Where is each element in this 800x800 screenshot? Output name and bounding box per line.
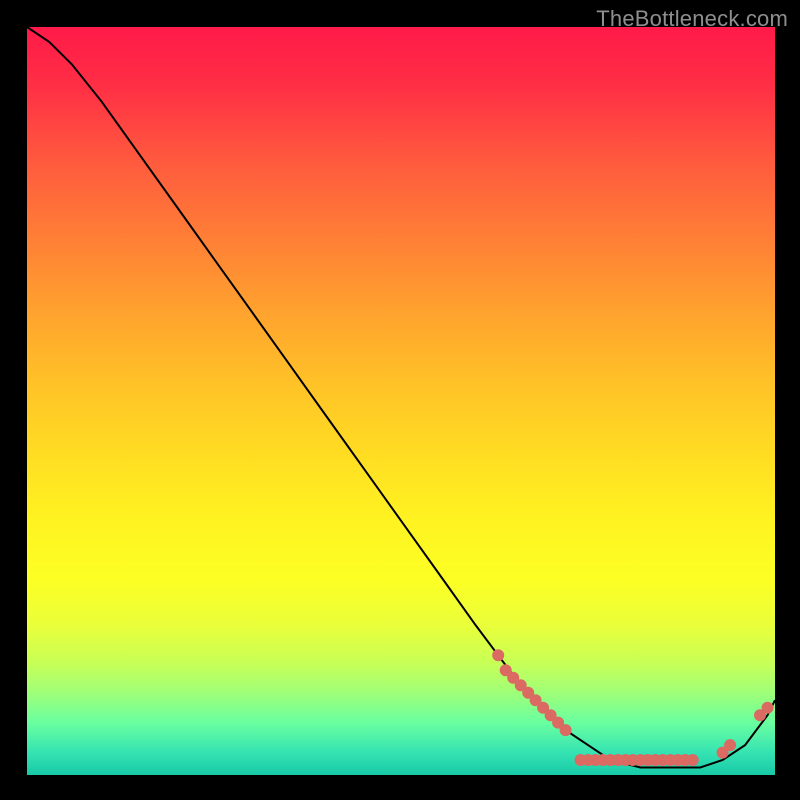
highlight-dot	[687, 754, 699, 766]
highlight-dot	[560, 724, 572, 736]
highlight-dots-group	[492, 649, 773, 766]
highlight-dot	[724, 739, 736, 751]
highlight-dot	[492, 649, 504, 661]
bottleneck-curve-line	[27, 27, 775, 768]
chart-container: TheBottleneck.com	[0, 0, 800, 800]
plot-area	[27, 27, 775, 775]
plot-overlay	[27, 27, 775, 775]
highlight-dot	[762, 702, 774, 714]
